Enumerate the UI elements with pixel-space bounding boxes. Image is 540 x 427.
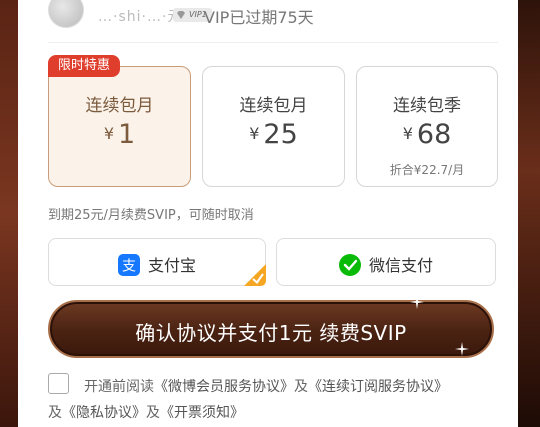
payment-option-alipay[interactable]: 支 支付宝 — [48, 238, 266, 286]
svg-text:支: 支 — [122, 259, 136, 275]
agreement-prefix: 开通前阅读 — [84, 379, 154, 395]
price-value: 68 — [416, 119, 452, 150]
price-value: 1 — [118, 119, 136, 150]
agreement-and: 及 — [146, 405, 160, 421]
payment-option-wechat[interactable]: 微信支付 — [276, 238, 496, 286]
link-subscription-agreement[interactable]: 《连续订阅服务协议》 — [308, 379, 448, 395]
payment-sheet: …·shi·…·元 VIP1 VIP已过期75天 限时特惠 连续包月 ¥1 连续… — [18, 0, 518, 427]
username: …·shi·…·元 — [98, 9, 183, 25]
avatar — [48, 0, 84, 28]
wechat-pay-icon — [338, 254, 361, 276]
plan-card-monthly[interactable]: 连续包月 ¥25 — [202, 66, 345, 187]
plan-monthly-equivalent: 折合¥22.7/月 — [389, 163, 465, 177]
currency-symbol: ¥ — [103, 124, 114, 143]
plan-name: 连续包月 — [239, 96, 308, 116]
confirm-pay-button[interactable]: 确认协议并支付1元 续费SVIP — [48, 295, 494, 358]
background-right-edge — [518, 0, 540, 427]
agreement-and: 及 — [294, 379, 308, 395]
plan-card-monthly-promo[interactable]: 连续包月 ¥1 — [48, 66, 191, 187]
wechat-pay-label: 微信支付 — [368, 256, 433, 275]
alipay-icon: 支 — [117, 254, 140, 276]
plan-price: ¥68 — [357, 119, 497, 150]
currency-symbol: ¥ — [402, 124, 413, 143]
agreement-text: 开通前阅读《微博会员服务协议》及《连续订阅服务协议》 及《隐私协议》及《开票须知》 — [48, 374, 518, 426]
plan-card-quarterly[interactable]: 连续包季 ¥68 折合¥22.7/月 — [356, 66, 498, 187]
link-privacy-agreement[interactable]: 《隐私协议》 — [62, 405, 146, 421]
renewal-note: 到期25元/月续费SVIP，可随时取消 — [48, 208, 254, 223]
background-left-edge — [0, 0, 18, 427]
currency-symbol: ¥ — [249, 124, 260, 143]
selected-check-icon — [244, 264, 266, 286]
link-invoice-notice[interactable]: 《开票须知》 — [160, 405, 244, 421]
plan-name: 连续包月 — [85, 96, 154, 116]
confirm-pay-label: 确认协议并支付1元 续费SVIP — [135, 321, 407, 345]
divider — [48, 42, 498, 43]
promo-tag: 限时特惠 — [48, 55, 121, 77]
user-info-row: …·shi·…·元 VIP1 VIP已过期75天 — [18, 0, 518, 40]
plan-name: 连续包季 — [393, 96, 461, 116]
plan-price: ¥25 — [203, 119, 344, 150]
sparkle-icon — [455, 342, 469, 356]
diamond-icon — [177, 11, 185, 19]
agreement-and: 及 — [48, 405, 62, 421]
link-weibo-vip-agreement[interactable]: 《微博会员服务协议》 — [154, 379, 294, 395]
vip-status-text: VIP已过期75天 — [204, 8, 314, 27]
alipay-label: 支付宝 — [147, 256, 196, 275]
price-value: 25 — [263, 119, 298, 150]
sparkle-icon — [410, 295, 424, 309]
plan-price: ¥1 — [49, 119, 190, 150]
